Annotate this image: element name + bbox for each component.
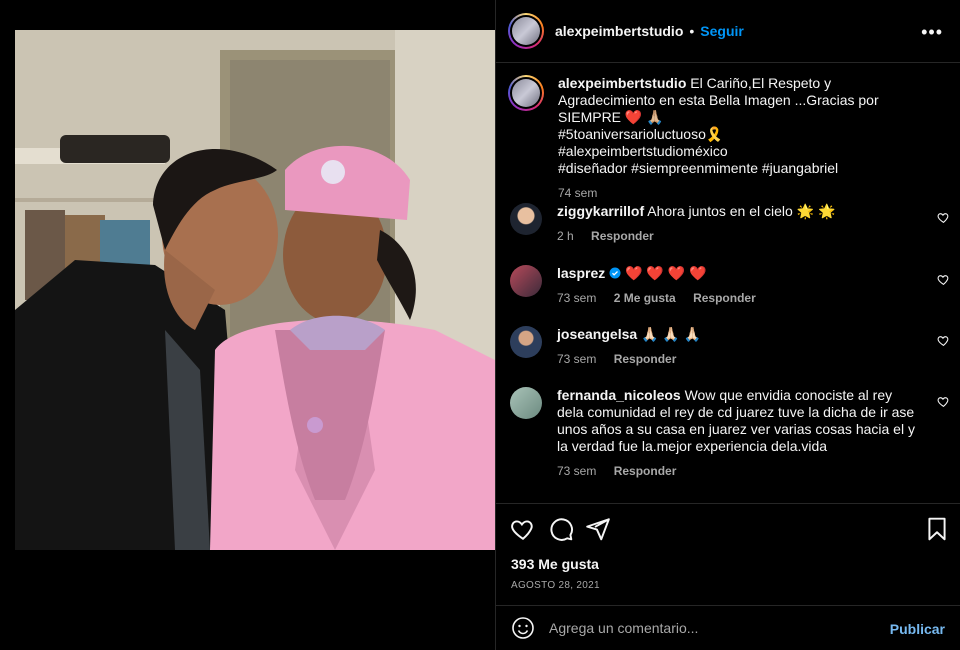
- comment-item: fernanda_nicoleos Wow que envidia conoci…: [510, 387, 950, 480]
- commenter-avatar[interactable]: [510, 203, 542, 235]
- smile-icon[interactable]: [511, 616, 535, 640]
- commenter-avatar[interactable]: [510, 387, 542, 419]
- comment-time: 73 sem: [557, 291, 597, 305]
- comment-text: 🙏🏻 🙏🏻 🙏🏻: [641, 326, 702, 342]
- comment-username[interactable]: ziggykarrillof: [557, 203, 644, 219]
- heart-icon[interactable]: [937, 273, 950, 286]
- comment-username[interactable]: joseangelsa: [557, 326, 637, 342]
- hashtag[interactable]: #alexpeimbertstudioméxico: [558, 143, 928, 160]
- post-photo[interactable]: [15, 30, 495, 550]
- more-icon[interactable]: •••: [921, 22, 943, 43]
- post-media-area: [0, 0, 495, 650]
- comment-likes[interactable]: 2 Me gusta: [614, 291, 676, 305]
- separator-dot: •: [689, 23, 695, 39]
- likes-count[interactable]: 393 Me gusta: [511, 556, 599, 572]
- post-caption: alexpeimbertstudio El Cariño,El Respeto …: [508, 75, 948, 202]
- comment-username[interactable]: fernanda_nicoleos: [557, 387, 681, 403]
- share-icon[interactable]: [585, 516, 611, 542]
- post-actions: 393 Me gusta AGOSTO 28, 2021: [496, 503, 960, 605]
- heart-icon[interactable]: [937, 334, 950, 347]
- author-username[interactable]: alexpeimbertstudio: [555, 23, 683, 39]
- commenter-avatar[interactable]: [510, 326, 542, 358]
- comment-item: ziggykarrillof Ahora juntos en el cielo …: [510, 203, 950, 245]
- heart-icon[interactable]: [937, 211, 950, 224]
- reply-button[interactable]: Responder: [693, 291, 756, 305]
- caption-time: 74 sem: [558, 186, 598, 200]
- comment-text: Ahora juntos en el cielo 🌟 🌟: [647, 203, 836, 219]
- post-date: AGOSTO 28, 2021: [511, 580, 600, 591]
- reply-button[interactable]: Responder: [614, 352, 677, 366]
- caption-avatar[interactable]: [508, 75, 544, 111]
- caption-username[interactable]: alexpeimbertstudio: [558, 75, 686, 91]
- comment-icon[interactable]: [548, 516, 574, 542]
- heart-icon[interactable]: [937, 395, 950, 408]
- hashtag[interactable]: #diseñador #siempreenmimente #juangabrie…: [558, 160, 928, 177]
- comment-time: 2 h: [557, 229, 574, 243]
- comment-time: 73 sem: [557, 464, 597, 478]
- reply-button[interactable]: Responder: [614, 464, 677, 478]
- bookmark-icon[interactable]: [924, 516, 950, 542]
- publish-button[interactable]: Publicar: [890, 621, 945, 637]
- hashtag[interactable]: #5toaniversarioluctuoso🎗️: [558, 126, 928, 143]
- post-side-panel: alexpeimbertstudio • Seguir ••• alexpeim…: [495, 0, 960, 650]
- comment-text: ❤️ ❤️ ❤️ ❤️: [625, 265, 707, 281]
- post-header: alexpeimbertstudio • Seguir •••: [496, 0, 960, 63]
- commenter-avatar[interactable]: [510, 265, 542, 297]
- follow-button[interactable]: Seguir: [700, 23, 744, 39]
- comment-item: joseangelsa 🙏🏻 🙏🏻 🙏🏻 73 sem Responder: [510, 326, 950, 368]
- comment-item: lasprez ❤️ ❤️ ❤️ ❤️ 73 sem 2 Me gusta Re…: [510, 265, 950, 307]
- comments-list[interactable]: alexpeimbertstudio El Cariño,El Respeto …: [496, 63, 960, 503]
- comment-input[interactable]: [549, 620, 869, 636]
- reply-button[interactable]: Responder: [591, 229, 654, 243]
- add-comment-bar: Publicar: [496, 605, 960, 650]
- comment-time: 73 sem: [557, 352, 597, 366]
- heart-icon[interactable]: [510, 516, 536, 542]
- verified-icon: [609, 267, 621, 279]
- author-avatar[interactable]: [508, 13, 544, 49]
- comment-username[interactable]: lasprez: [557, 265, 605, 281]
